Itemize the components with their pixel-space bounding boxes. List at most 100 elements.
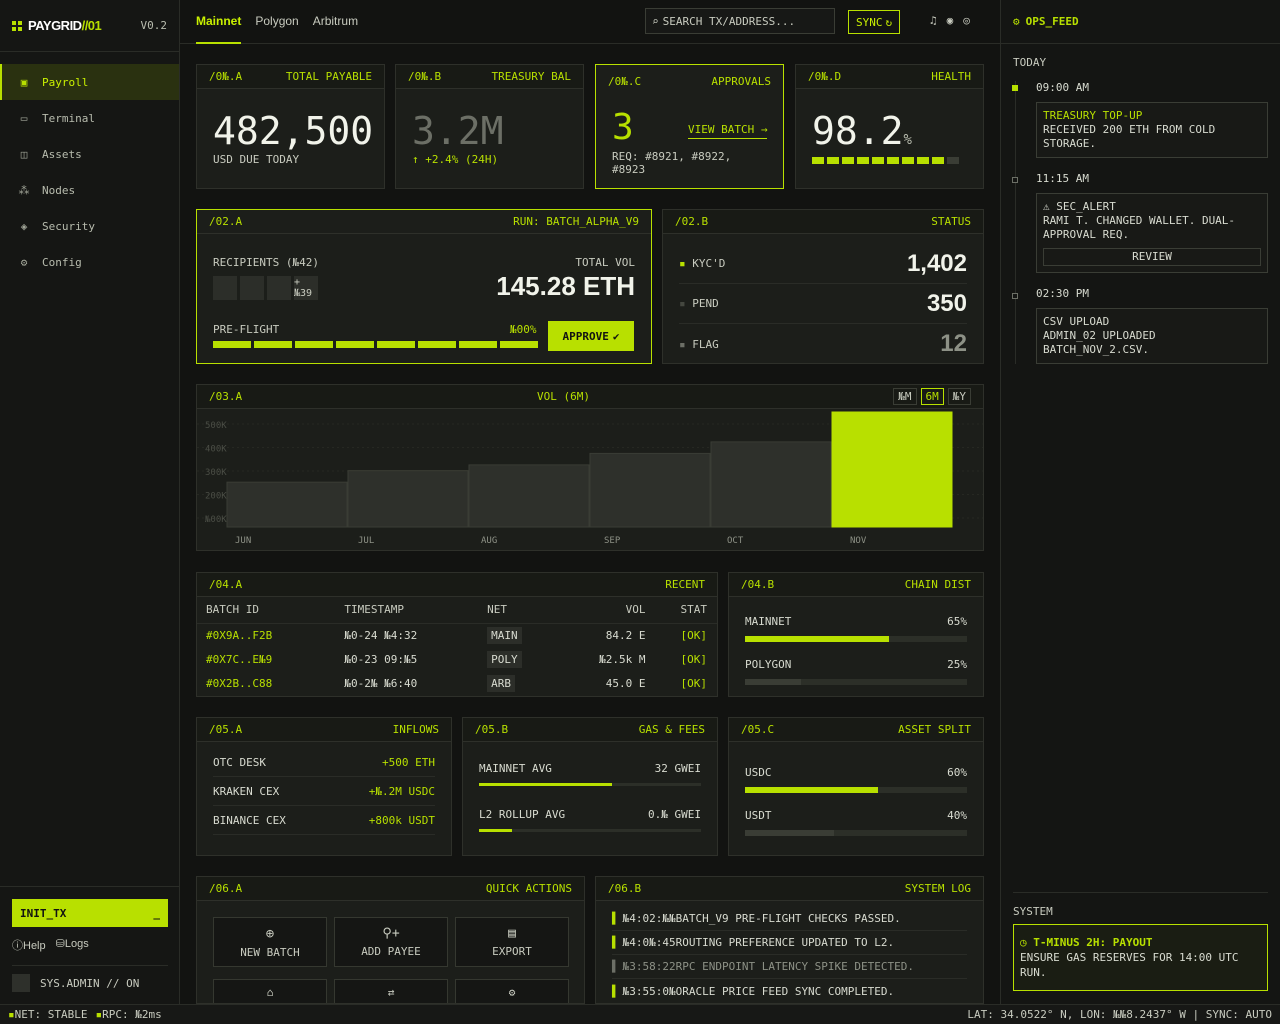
preflight-segment	[459, 341, 497, 348]
net-dot: ▪	[8, 1008, 15, 1021]
cursor-glyph: _	[153, 906, 160, 920]
asset-pct: 40%	[947, 809, 967, 822]
x-tick-label: AUG	[481, 536, 497, 546]
view-batch-link[interactable]: VIEW BATCH →	[688, 123, 768, 139]
feed-time: 09:00 AM	[1036, 81, 1089, 94]
batch-id-cell[interactable]: #0X2B..C88	[197, 671, 344, 695]
preflight-meter	[213, 341, 538, 348]
panel-title: ASSET SPLIT	[898, 723, 971, 736]
y-tick-label: 200K	[205, 492, 227, 502]
timestamp-cell: №0-2№ №6:40	[344, 676, 418, 690]
bell-icon[interactable]: ♫	[930, 14, 937, 27]
sync-label: SYNC	[856, 15, 883, 29]
sidebar-item-terminal[interactable]: ▭ Terminal	[0, 100, 179, 136]
add-payee-button[interactable]: ⚲+ ADD PAYEE	[334, 917, 448, 967]
chain-bar	[745, 636, 967, 642]
feed-card-body: RAMI T. CHANGED WALLET. DUAL-APPROVAL RE…	[1043, 214, 1236, 241]
table-header: BATCH ID TIMESTAMP NET VOL STAT	[197, 597, 717, 623]
range-1y-button[interactable]: №Y	[947, 388, 971, 405]
inflow-row: KRAKEN CEX +№.2M USDC	[213, 777, 435, 806]
status-value: 1,402	[906, 249, 967, 277]
panel-title: QUICK ACTIONS	[485, 882, 572, 895]
export-button[interactable]: ▤ EXPORT	[455, 917, 569, 967]
user-row[interactable]: SYS.ADMIN // ON	[12, 965, 168, 992]
quick-actions-panel: /06.A QUICK ACTIONS ⊕ NEW BATCH ⚲+ ADD PAYE…	[196, 876, 585, 1004]
assets-icon: ◫	[20, 147, 28, 161]
log-time: №4:02:№№	[622, 912, 676, 925]
broadcast-icon[interactable]: ◉	[947, 14, 954, 27]
help-label: Help	[23, 940, 46, 952]
health-segment	[902, 157, 914, 164]
asset-split-panel: /05.C ASSET SPLIT USDC 60% USDT 40%	[728, 717, 984, 856]
bar[interactable]	[468, 464, 590, 528]
preflight-segment	[254, 341, 292, 348]
table-row[interactable]: #0X7C..E№9 №0-23 09:№5 POLY №2.5k M [OK]	[197, 647, 717, 671]
health-segment	[947, 157, 959, 164]
gear-icon: ⚙	[20, 255, 28, 269]
review-button[interactable]: REVIEW	[1043, 248, 1261, 266]
kpi-total-payable: /0№.A TOTAL PAYABLE 482,500 USD DUE TODAY	[196, 64, 385, 189]
preflight-label: PRE-FLIGHT	[213, 323, 280, 336]
user-icon[interactable]: ◎	[963, 14, 970, 27]
panel-title: CHAIN DIST	[904, 578, 971, 591]
sidebar-item-security[interactable]: ◈ Security	[0, 208, 179, 244]
asset-pct: 60%	[947, 766, 967, 779]
recent-panel: /04.A RECENT BATCH ID TIMESTAMP NET VOL S…	[196, 572, 718, 697]
bar[interactable]	[831, 411, 953, 528]
column-header: STAT	[680, 603, 708, 617]
panel-title: TREASURY BAL	[491, 70, 571, 83]
health-segment	[857, 157, 869, 164]
table-row[interactable]: #0X9A..F2B №0-24 №4:32 MAIN 84.2 E [OK]	[197, 623, 717, 647]
gas-bar	[479, 829, 701, 832]
recent-table: BATCH ID TIMESTAMP NET VOL STAT #0X9A..F…	[197, 597, 717, 695]
alert-title: T-MINUS 2H: PAYOUT	[1033, 936, 1153, 949]
bar[interactable]	[347, 470, 469, 528]
sync-button[interactable]: SYNC ↻	[848, 10, 901, 34]
sidebar-item-assets[interactable]: ◫ Assets	[0, 136, 179, 172]
gear-icon: ⚙	[508, 985, 516, 999]
tab-arbitrum[interactable]: Arbitrum	[313, 0, 358, 44]
approve-button[interactable]: APPROVE ✔	[548, 321, 634, 351]
panel-title: STATUS	[931, 215, 971, 228]
tab-polygon[interactable]: Polygon	[255, 0, 298, 44]
tab-mainnet[interactable]: Mainnet	[196, 0, 242, 44]
chain-label: MAINNET	[745, 615, 792, 628]
bank-button[interactable]: ⌂	[213, 979, 327, 1003]
sidebar-item-payroll[interactable]: ▣ Payroll	[0, 64, 179, 100]
help-link[interactable]: ⓘHelp	[12, 937, 46, 953]
batch-id-cell[interactable]: #0X7C..E№9	[197, 647, 344, 671]
x-tick-label: SEP	[604, 536, 621, 546]
feed-card-body: RECEIVED 200 ETH FROM COLD STORAGE.	[1043, 123, 1216, 150]
feed-card: ⚠ SEC_ALERT RAMI T. CHANGED WALLET. DUAL-…	[1036, 193, 1268, 273]
panel-title: TOTAL PAYABLE	[285, 70, 372, 83]
settings-button[interactable]: ⚙	[455, 979, 569, 1003]
kpi-approvals[interactable]: /0№.C APPROVALS 3 VIEW BATCH → REQ: #8921…	[595, 64, 784, 189]
transfer-button[interactable]: ⇄	[334, 979, 448, 1003]
health-segment	[917, 157, 929, 164]
batch-panel: /02.A RUN: BATCH_ALPHA_V9 RECIPIENTS (№42…	[196, 209, 652, 364]
batch-run-label: RUN: BATCH_ALPHA_V9	[513, 215, 639, 228]
status-row: ▪ PEND 350	[679, 284, 967, 324]
bar[interactable]	[710, 441, 832, 528]
version-label: V0.2	[140, 19, 168, 32]
search-input[interactable]: ⌕ SEARCH TX/ADDRESS...	[645, 8, 835, 34]
new-batch-button[interactable]: ⊕ NEW BATCH	[213, 917, 327, 967]
vol-cell: 45.0 E	[605, 676, 646, 690]
bar[interactable]	[226, 481, 348, 528]
log-entry: ▌ №3:58:22 RPC ENDPOINT LATENCY SPIKE DETE…	[612, 955, 967, 979]
init-tx-button[interactable]: INIT_TX _	[12, 899, 168, 927]
sidebar-item-nodes[interactable]: ⁂ Nodes	[0, 172, 179, 208]
batch-id-cell[interactable]: #0X9A..F2B	[197, 623, 344, 647]
column-header: BATCH ID	[206, 603, 259, 617]
y-tick-label: 300K	[205, 468, 227, 478]
sidebar-item-config[interactable]: ⚙ Config	[0, 244, 179, 280]
log-message: BATCH_V9 PRE-FLIGHT CHECKS PASSED.	[675, 912, 901, 925]
logs-label: Logs	[64, 938, 89, 950]
logs-link[interactable]: ⛁Logs	[56, 937, 89, 953]
bar[interactable]	[589, 452, 711, 528]
range-6m-button[interactable]: 6M	[920, 388, 944, 405]
table-row[interactable]: #0X2B..C88 №0-2№ №6:40 ARB 45.0 E [OK]	[197, 671, 717, 695]
bar-fill	[745, 830, 834, 836]
gas-label: L2 ROLLUP AVG	[479, 808, 566, 821]
range-1m-button[interactable]: №M	[893, 388, 917, 405]
